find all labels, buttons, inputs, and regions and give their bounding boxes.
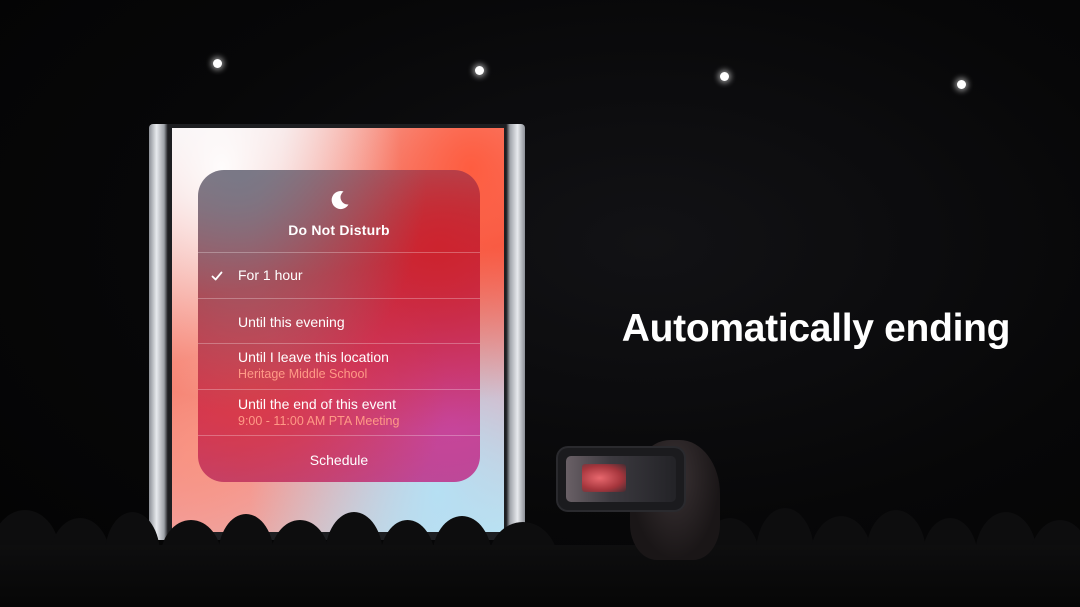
schedule-button[interactable]: Schedule [198, 452, 480, 468]
dnd-option-until-end-of-event[interactable]: Until the end of this event 9:00 - 11:00… [198, 389, 480, 436]
audience-floor [0, 545, 1080, 607]
slide-headline: Automatically ending [621, 307, 1011, 350]
dnd-option-label: Until this evening [238, 314, 345, 330]
dnd-option-for-1-hour[interactable]: For 1 hour [198, 252, 480, 299]
ceiling-light [957, 80, 966, 89]
dnd-option-label: For 1 hour [238, 267, 303, 283]
dnd-schedule-row[interactable]: Schedule [198, 435, 480, 482]
do-not-disturb-panel: Do Not Disturb For 1 hour Until this eve… [198, 170, 480, 482]
moon-icon [331, 191, 349, 210]
dnd-option-until-this-evening[interactable]: Until this evening [198, 298, 480, 344]
ceiling-light [720, 72, 729, 81]
dnd-option-subtitle: 9:00 - 11:00 AM PTA Meeting [238, 414, 400, 428]
ceiling-light [475, 66, 484, 75]
dnd-header: Do Not Disturb [198, 170, 480, 252]
ceiling-light [213, 59, 222, 68]
dnd-option-label: Until the end of this event [238, 396, 396, 412]
audience-phone-display [582, 464, 626, 492]
dnd-option-until-leave-location[interactable]: Until I leave this location Heritage Mid… [198, 343, 480, 390]
dnd-title: Do Not Disturb [288, 222, 390, 238]
dnd-option-label: Until I leave this location [238, 349, 389, 365]
dnd-option-subtitle: Heritage Middle School [238, 367, 368, 381]
checkmark-icon [211, 271, 223, 281]
